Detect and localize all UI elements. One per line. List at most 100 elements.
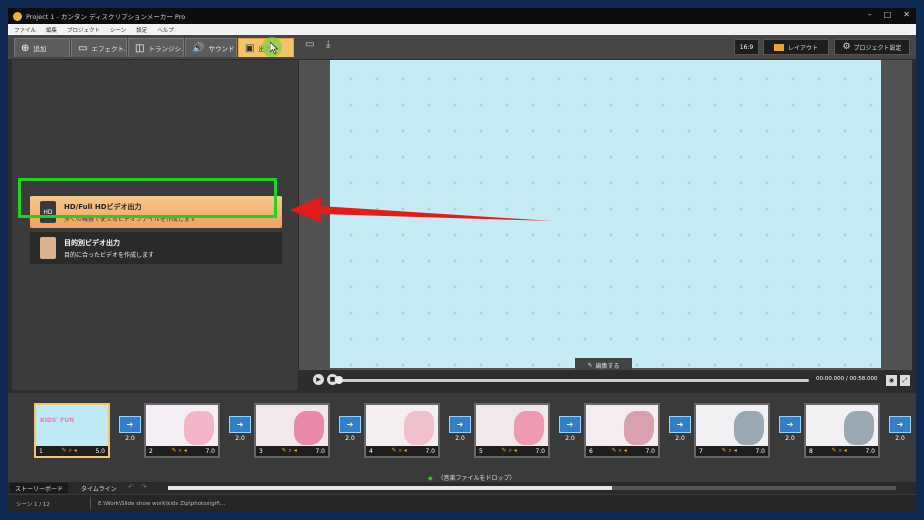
slide-duration: 5.0 xyxy=(95,447,105,455)
fullscreen-icon[interactable]: ⤢ xyxy=(900,375,910,386)
comment-icon[interactable]: ▭ xyxy=(305,39,314,50)
mouse-cursor-icon xyxy=(270,42,278,54)
transition-duration: 2.0 xyxy=(785,435,795,442)
slide-edit-icons[interactable]: ✎ ⌕ ◂ xyxy=(502,447,517,455)
menu-file[interactable]: ファイル xyxy=(14,26,36,34)
transition-icon: ➔ xyxy=(339,416,361,433)
timecode: 00:00.000 / 00:58.000 xyxy=(816,376,878,382)
music-icon: ◆ xyxy=(428,475,433,482)
transition-item[interactable]: ➔ 2.0 xyxy=(889,416,911,447)
slide-info-bar: 5 ✎ ⌕ ◂ 7.0 xyxy=(476,446,548,456)
close-icon[interactable]: ✕ xyxy=(903,10,910,19)
add-icon: ⊕ xyxy=(21,42,30,54)
menu-bar: ファイル 編集 プロジェクト シーン 設定 ヘルプ xyxy=(8,24,916,35)
slide-edit-icons[interactable]: ✎ ⌕ ◂ xyxy=(392,447,407,455)
redo-icon[interactable]: ↷ xyxy=(141,483,147,491)
menu-settings[interactable]: 設定 xyxy=(136,26,147,34)
transition-item[interactable]: ➔ 2.0 xyxy=(229,416,251,447)
tab-storyboard[interactable]: ストーリーボード xyxy=(10,483,69,493)
slide-info-bar: 4 ✎ ⌕ ◂ 7.0 xyxy=(366,446,438,456)
storyboard-slide[interactable]: 6 ✎ ⌕ ◂ 7.0 xyxy=(584,403,660,458)
preview-canvas xyxy=(330,60,881,368)
transition-duration: 2.0 xyxy=(895,435,905,442)
transition-item[interactable]: ➔ 2.0 xyxy=(119,416,141,447)
slide-number: 2 xyxy=(149,447,153,455)
transition-icon: ➔ xyxy=(229,416,251,433)
aspect-ratio-button[interactable]: 16:9 xyxy=(734,39,759,55)
slide-number: 6 xyxy=(589,447,593,455)
slide-number: 4 xyxy=(369,447,373,455)
preview-area: ✎ 編集する xyxy=(299,60,912,392)
transition-item[interactable]: ➔ 2.0 xyxy=(449,416,471,447)
download-icon[interactable]: ⤓ xyxy=(326,39,330,50)
purpose-output-icon xyxy=(40,237,56,259)
slide-edit-icons[interactable]: ✎ ⌕ ◂ xyxy=(282,447,297,455)
status-bar: シーン 1 / 12 E:\Work\Slide show work\kids … xyxy=(8,495,916,512)
slide-duration: 7.0 xyxy=(755,447,765,455)
layout-button[interactable]: レイアウト xyxy=(763,39,829,55)
seek-handle[interactable] xyxy=(335,376,343,384)
effect-icon: ▭ xyxy=(78,42,88,54)
minimize-icon[interactable]: – xyxy=(868,10,872,19)
transition-duration: 2.0 xyxy=(345,435,355,442)
transition-item[interactable]: ➔ 2.0 xyxy=(559,416,581,447)
slide-number: 5 xyxy=(479,447,483,455)
transition-duration: 2.0 xyxy=(675,435,685,442)
slide-duration: 7.0 xyxy=(645,447,655,455)
slide-info-bar: 6 ✎ ⌕ ◂ 7.0 xyxy=(586,446,658,456)
transition-item[interactable]: ➔ 2.0 xyxy=(779,416,801,447)
storyboard-slide[interactable]: 2 ✎ ⌕ ◂ 7.0 xyxy=(144,403,220,458)
menu-project[interactable]: プロジェクト xyxy=(67,26,100,34)
scrollbar-thumb[interactable] xyxy=(168,486,612,490)
slide-info-bar: 7 ✎ ⌕ ◂ 7.0 xyxy=(696,446,768,456)
menu-edit[interactable]: 編集 xyxy=(46,26,57,34)
play-button[interactable]: ▶ xyxy=(313,374,324,385)
storyboard-slide[interactable]: 7 ✎ ⌕ ◂ 7.0 xyxy=(694,403,770,458)
transition-duration: 2.0 xyxy=(455,435,465,442)
player-controls: ▶ ■ 00:00.000 / 00:58.000 ◉ ⤢ xyxy=(299,370,912,392)
pencil-icon: ✎ xyxy=(587,361,593,369)
window-title: Project 1 - カンタン ディスクリプションメーカー Pro xyxy=(26,13,186,21)
tab-sound[interactable]: 🔊 サウンド xyxy=(185,38,237,57)
transition-item[interactable]: ➔ 2.0 xyxy=(669,416,691,447)
highlight-box xyxy=(18,178,277,218)
transition-icon: ◫ xyxy=(135,42,145,54)
slide-info-bar: 1 ✎ ⌕ ◂ 5.0 xyxy=(36,446,108,456)
storyboard-slide[interactable]: 5 ✎ ⌕ ◂ 7.0 xyxy=(474,403,550,458)
slide-edit-icons[interactable]: ✎ ⌕ ◂ xyxy=(612,447,627,455)
tab-transition[interactable]: ◫ トランジシ... xyxy=(128,38,184,57)
app-window: Project 1 - カンタン ディスクリプションメーカー Pro – □ ✕… xyxy=(8,8,916,512)
transition-duration: 2.0 xyxy=(235,435,245,442)
transition-item[interactable]: ➔ 2.0 xyxy=(339,416,361,447)
slide-info-bar: 8 ✎ ⌕ ◂ 7.0 xyxy=(806,446,878,456)
sound-icon: 🔊 xyxy=(192,42,205,54)
gear-icon: ⚙ xyxy=(842,42,851,52)
maximize-icon[interactable]: □ xyxy=(884,10,892,19)
storyboard-slide[interactable]: 4 ✎ ⌕ ◂ 7.0 xyxy=(364,403,440,458)
storyboard-scrollbar[interactable] xyxy=(168,486,896,490)
menu-scene[interactable]: シーン xyxy=(110,26,126,34)
project-settings-button[interactable]: ⚙ プロジェクト設定 xyxy=(834,39,910,55)
slide-number: 7 xyxy=(699,447,703,455)
slide-edit-icons[interactable]: ✎ ⌕ ◂ xyxy=(722,447,737,455)
purpose-video-output-option[interactable]: 目的別ビデオ出力 目的に合ったビデオを作成します xyxy=(30,232,282,264)
slide-duration: 7.0 xyxy=(535,447,545,455)
slide-edit-icons[interactable]: ✎ ⌕ ◂ xyxy=(172,447,187,455)
slide-info-bar: 3 ✎ ⌕ ◂ 7.0 xyxy=(256,446,328,456)
tab-timeline[interactable]: タイムライン xyxy=(76,483,122,493)
slide-photo xyxy=(734,411,764,445)
camera-icon[interactable]: ◉ xyxy=(886,375,897,386)
tab-add[interactable]: ⊕ 追加 xyxy=(14,38,70,57)
music-drop-zone[interactable]: ◆ （音楽ファイルをドロップ） xyxy=(428,473,516,482)
tab-effect[interactable]: ▭ エフェクト... xyxy=(71,38,127,57)
storyboard-slide[interactable]: 3 ✎ ⌕ ◂ 7.0 xyxy=(254,403,330,458)
slide-edit-icons[interactable]: ✎ ⌕ ◂ xyxy=(832,447,847,455)
seek-bar[interactable] xyxy=(339,379,809,382)
menu-help[interactable]: ヘルプ xyxy=(157,26,174,34)
slide-info-bar: 2 ✎ ⌕ ◂ 7.0 xyxy=(146,446,218,456)
undo-icon[interactable]: ↶ xyxy=(128,483,134,491)
slide-edit-icons[interactable]: ✎ ⌕ ◂ xyxy=(62,447,77,455)
transition-icon: ➔ xyxy=(119,416,141,433)
storyboard-slide[interactable]: KIDS' FUN 1 ✎ ⌕ ◂ 5.0 xyxy=(34,403,110,458)
storyboard-slide[interactable]: 8 ✎ ⌕ ◂ 7.0 xyxy=(804,403,880,458)
